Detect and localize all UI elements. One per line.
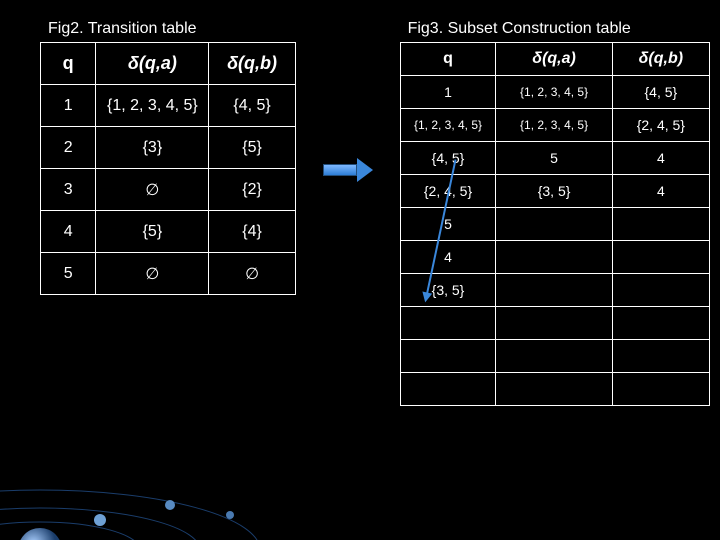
table-row: {1, 2, 3, 4, 5} {1, 2, 3, 4, 5} {2, 4, 5… bbox=[400, 109, 709, 142]
transition-table: q δ(q,a) δ(q,b) 1 {1, 2, 3, 4, 5} {4, 5}… bbox=[40, 42, 296, 295]
table-row: {3, 5} bbox=[400, 274, 709, 307]
table-row: {4, 5} 5 4 bbox=[400, 142, 709, 175]
table-row: 1 {1, 2, 3, 4, 5} {4, 5} bbox=[400, 76, 709, 109]
table-row bbox=[400, 340, 709, 373]
table-row: 1 {1, 2, 3, 4, 5} {4, 5} bbox=[41, 85, 296, 127]
table-row: 2 {3} {5} bbox=[41, 127, 296, 169]
fig2-title: Fig2. Transition table bbox=[40, 20, 296, 38]
header-delta-b: δ(q,b) bbox=[209, 43, 295, 85]
subset-construction-table: q δ(q,a) δ(q,b) 1 {1, 2, 3, 4, 5} {4, 5}… bbox=[400, 42, 710, 406]
header-delta-a: δ(q,a) bbox=[96, 43, 209, 85]
table-row bbox=[400, 307, 709, 340]
table-row: 4 {5} {4} bbox=[41, 211, 296, 253]
header-delta-a: δ(q,a) bbox=[496, 43, 612, 76]
header-q: q bbox=[400, 43, 496, 76]
header-delta-b: δ(q,b) bbox=[612, 43, 709, 76]
table-row bbox=[400, 373, 709, 406]
fig3-title: Fig3. Subset Construction table bbox=[400, 20, 710, 38]
arrow-icon bbox=[316, 160, 380, 180]
table-row: 4 bbox=[400, 241, 709, 274]
header-q: q bbox=[41, 43, 96, 85]
table-row: 5 bbox=[400, 208, 709, 241]
table-row: 5 ∅ ∅ bbox=[41, 253, 296, 295]
table-row: 3 ∅ {2} bbox=[41, 169, 296, 211]
